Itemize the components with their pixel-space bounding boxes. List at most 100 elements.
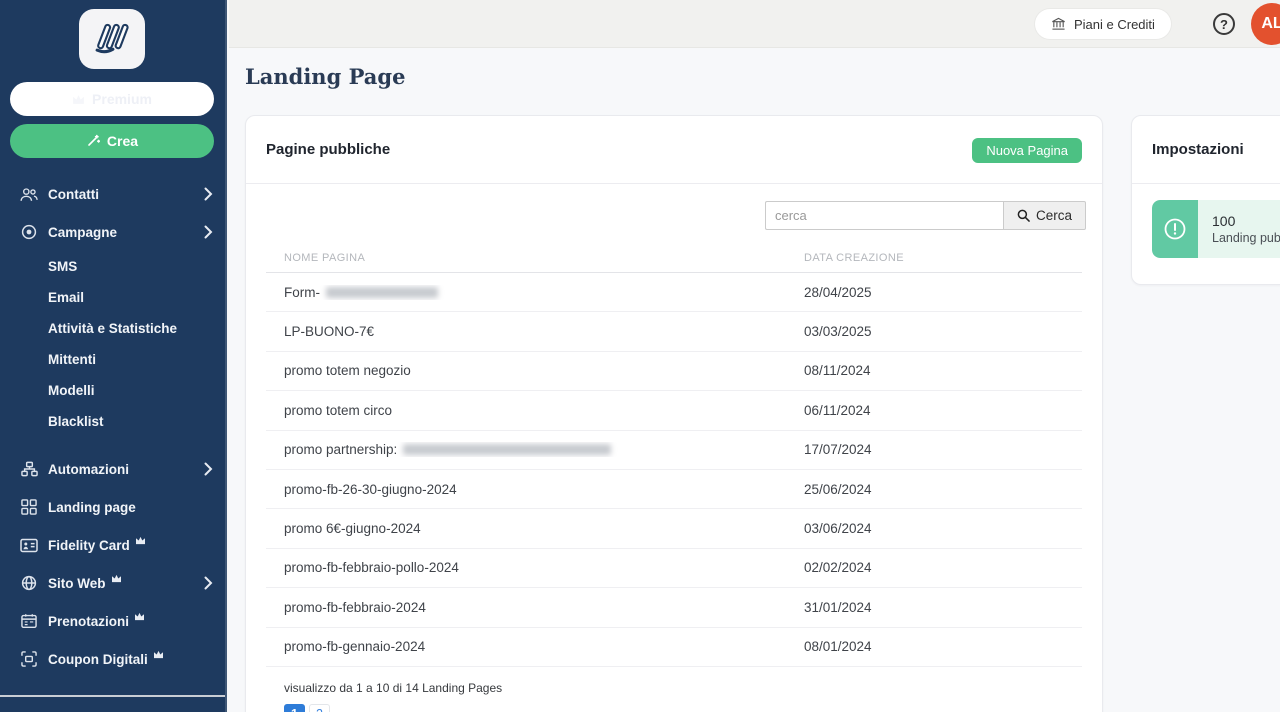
table-row[interactable]: promo-fb-26-30-giugno-2024 25/06/2024: [266, 470, 1082, 510]
help-question-icon: ?: [1220, 16, 1228, 32]
page-name-cell: promo-fb-febbraio-2024: [284, 599, 426, 615]
sidebar-subitem-label: SMS: [48, 259, 78, 274]
table-row[interactable]: promo 6€-giugno-2024 03/06/2024: [266, 509, 1082, 549]
credits-value: 100: [1212, 213, 1236, 229]
sidebar-item-contatti[interactable]: Contatti: [0, 175, 227, 213]
sidebar-subitem-label: Attività e Statistiche: [48, 321, 178, 336]
sidebar-item-label: Fidelity Card: [48, 537, 130, 553]
creation-date-cell: 28/04/2025: [804, 284, 872, 300]
sitemap-icon: [20, 460, 38, 478]
page-name-cell: promo-fb-febbraio-pollo-2024: [284, 560, 459, 576]
page-name-cell: promo totem negozio: [284, 363, 411, 379]
crown-icon: [153, 650, 164, 659]
column-header-date: DATA CREAZIONE: [804, 252, 904, 264]
table-row[interactable]: promo partnership: 17/07/2024: [266, 431, 1082, 470]
search-button[interactable]: Cerca: [1002, 201, 1086, 230]
main-content: Landing Page Pagine pubbliche Nuova Pagi…: [229, 48, 1280, 712]
page-name-cell: Form-: [266, 285, 804, 300]
page-button-2[interactable]: 2: [309, 703, 330, 712]
redacted-text: [326, 286, 438, 298]
sidebar-item-landing-page[interactable]: Landing page: [0, 488, 227, 526]
credits-label: Landing pubbliche: [1212, 231, 1280, 245]
crown-icon: [135, 536, 146, 545]
crown-icon: [73, 94, 84, 104]
sidebar-divider: [0, 695, 225, 697]
sidebar-item-sito-web[interactable]: Sito Web: [0, 564, 227, 602]
redacted-text: [403, 444, 612, 456]
sidebar-item-campagne[interactable]: Campagne: [0, 213, 227, 251]
creation-date-cell: 08/01/2024: [804, 639, 872, 655]
brand-monogram-icon: [89, 16, 135, 63]
creation-date-cell: 02/02/2024: [804, 560, 872, 576]
creation-date-cell: 08/11/2024: [804, 363, 871, 379]
creation-date-cell: 31/01/2024: [804, 599, 872, 615]
magic-wand-icon: [88, 134, 100, 146]
sidebar-subitem-label: Blacklist: [48, 414, 104, 429]
page-button-1[interactable]: 1: [284, 703, 305, 712]
table-row[interactable]: promo-fb-febbraio-2024 31/01/2024: [266, 588, 1082, 628]
page-name-cell: promo-fb-gennaio-2024: [284, 639, 426, 655]
premium-button-label: Premium: [92, 91, 152, 107]
chevron-right-icon: [204, 225, 213, 239]
table-row[interactable]: Form- 28/04/2025: [266, 273, 1082, 313]
sidebar-item-automazioni[interactable]: Automazioni: [0, 450, 227, 488]
pages-table-header: NOME PAGINA DATA CREAZIONE: [266, 242, 1082, 273]
scan-icon: [20, 650, 38, 668]
sidebar-nav: Contatti Campagne SMS Email Attività e Stati…: [0, 175, 227, 678]
new-page-button[interactable]: Nuova Pagina: [972, 138, 1082, 163]
sidebar-item-prenotazioni[interactable]: Prenotazioni: [0, 602, 227, 640]
crown-icon: [134, 612, 145, 621]
card-header: Pagine pubbliche Nuova Pagina: [246, 116, 1102, 184]
avatar[interactable]: AL: [1251, 3, 1280, 45]
sidebar-subitem-blacklist[interactable]: Blacklist: [0, 406, 227, 437]
search-input[interactable]: [764, 201, 1003, 230]
table-row[interactable]: promo-fb-gennaio-2024 08/01/2024: [266, 628, 1082, 667]
bank-icon: [1052, 17, 1065, 30]
creation-date-cell: 03/06/2024: [804, 521, 872, 537]
calendar-icon: [20, 612, 38, 630]
sidebar-subitem-sms[interactable]: SMS: [0, 251, 227, 282]
creation-date-cell: 06/11/2024: [804, 402, 871, 418]
sidebar-subitem-email[interactable]: Email: [0, 282, 227, 313]
sidebar-subitem-label: Modelli: [48, 383, 95, 398]
table-row[interactable]: promo-fb-febbraio-pollo-2024 02/02/2024: [266, 549, 1082, 589]
premium-button[interactable]: Premium: [10, 82, 214, 116]
settings-title: Impostazioni: [1132, 116, 1280, 184]
credits-text: 100 Landing pubbliche: [1198, 200, 1280, 258]
piani-e-crediti-label: Piani e Crediti: [1074, 16, 1155, 32]
sidebar-subitem-attivit-e-statistiche[interactable]: Attività e Statistiche: [0, 313, 227, 344]
table-footer-text: visualizzo da 1 a 10 di 14 Landing Pages: [284, 680, 503, 695]
table-row[interactable]: LP-BUONO-7€ 03/03/2025: [266, 312, 1082, 352]
users-icon: [20, 185, 38, 203]
help-button[interactable]: ?: [1213, 13, 1235, 35]
sidebar-item-label: Contatti: [48, 186, 99, 202]
column-header-name: NOME PAGINA: [284, 252, 366, 264]
info-exclamation-icon: [1152, 200, 1198, 258]
sidebar-item-label: Campagne: [48, 224, 118, 240]
target-icon: [20, 223, 38, 241]
sidebar-item-label: Automazioni: [48, 461, 129, 477]
table-row[interactable]: promo totem circo 06/11/2024: [266, 391, 1082, 431]
app-window: Premium Crea Contatti Campagne SMS Email Att…: [0, 0, 1280, 712]
sidebar-item-fidelity-card[interactable]: Fidelity Card: [0, 526, 227, 564]
chevron-right-icon: [204, 462, 213, 476]
pages-table-body: Form- 28/04/2025 LP-BUONO-7€ 03/03/2025 prom…: [266, 273, 1082, 667]
topbar: Piani e Crediti ? AL: [229, 0, 1280, 48]
avatar-initials: AL: [1261, 15, 1280, 32]
sidebar-subitem-label: Mittenti: [48, 352, 96, 367]
sidebar-item-label: Landing page: [48, 499, 136, 515]
crea-button-label: Crea: [106, 133, 139, 149]
brand-logo: [79, 9, 145, 69]
table-row[interactable]: promo totem negozio 08/11/2024: [266, 352, 1082, 392]
page-name-cell: promo partnership:: [266, 442, 804, 457]
crea-button[interactable]: Crea: [10, 124, 214, 158]
settings-card: Impostazioni 100 Landing pubbliche: [1131, 115, 1280, 285]
sidebar-item-label: Sito Web: [48, 575, 106, 591]
sidebar-subitem-mittenti[interactable]: Mittenti: [0, 344, 227, 375]
page-name-cell: promo 6€-giugno-2024: [284, 521, 421, 537]
piani-e-crediti-button[interactable]: Piani e Crediti: [1035, 9, 1171, 39]
sidebar-item-coupon-digitali[interactable]: Coupon Digitali: [0, 640, 227, 678]
chevron-right-icon: [204, 576, 213, 590]
sidebar-subitem-modelli[interactable]: Modelli: [0, 375, 227, 406]
id-card-icon: [20, 536, 38, 554]
